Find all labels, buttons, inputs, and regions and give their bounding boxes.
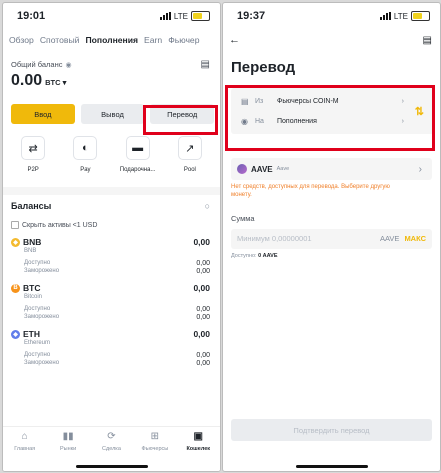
system-icons: LTE	[379, 11, 430, 21]
nav-home[interactable]: ⌂ Главная	[5, 431, 45, 471]
network-label: LTE	[393, 11, 408, 21]
history-icon[interactable]: ▤	[201, 59, 210, 70]
status-bar: 19:37 LTE	[223, 3, 440, 29]
currency-selector[interactable]: BTC ▾	[45, 78, 66, 87]
status-bar: 19:01 LTE	[3, 3, 220, 29]
wallet-screen: 19:01 LTE Обзор Спотовый Пополнения Earn…	[2, 2, 221, 472]
status-time: 19:01	[17, 10, 46, 22]
max-button[interactable]: МАКС	[404, 234, 426, 243]
tab-overview[interactable]: Обзор	[9, 35, 34, 45]
tab-futures[interactable]: Фьючер	[168, 35, 199, 45]
checkbox-icon	[11, 221, 19, 229]
futures-icon: ⊞	[150, 431, 160, 442]
amount-label: Сумма	[231, 213, 255, 223]
eye-icon[interactable]: ◉	[66, 61, 72, 69]
p2p-icon: ⇄	[21, 136, 46, 160]
asset-row-eth[interactable]: ◆ ETH 0,00 Ethereum Доступно 0,00 Замороже…	[3, 321, 220, 367]
section-divider	[3, 187, 220, 195]
transfer-card-highlight	[225, 85, 435, 151]
bnb-coin-icon: ◆	[11, 237, 20, 247]
network-label: LTE	[173, 11, 188, 21]
wallet-icon: ▣	[193, 431, 203, 442]
no-funds-warning: Нет средств, доступных для перевода. Выб…	[231, 184, 390, 198]
total-balance-value: 0.00	[11, 72, 43, 89]
asset-row-bnb[interactable]: ◆ BNB 0,00 BNB Доступно 0,00 Заморожено 0,0…	[3, 229, 220, 275]
home-indicator	[75, 465, 148, 468]
back-arrow-icon[interactable]: ←	[229, 34, 240, 46]
quick-p2p[interactable]: ⇄ P2P	[10, 136, 56, 173]
amount-input[interactable]: Минимум 0,00000001 AAVE МАКС	[231, 228, 432, 249]
wallet-tabs: Обзор Спотовый Пополнения Earn Фьючер	[3, 29, 220, 49]
chevron-right-icon: ›	[418, 163, 422, 175]
btc-coin-icon: B	[11, 283, 20, 293]
transfer-button-highlight	[143, 105, 218, 135]
hide-small-assets-toggle[interactable]: Скрыть активы <1 USD	[3, 211, 220, 229]
confirm-transfer-button[interactable]: Подтвердить перевод	[231, 419, 432, 441]
total-balance-label: Общий баланс	[11, 60, 63, 69]
gift-card-icon: ▬	[125, 136, 150, 160]
transfer-screen: 19:37 LTE ← ▤ Перевод ▤ Из Фьючерсы COIN…	[222, 2, 441, 472]
withdraw-button[interactable]: Вывод	[80, 104, 145, 124]
asset-row-btc[interactable]: B BTC 0,00 Bitcoin Доступно 0,00 Заморожен…	[3, 275, 220, 321]
tab-earn[interactable]: Earn	[144, 35, 162, 45]
battery-icon	[191, 11, 210, 21]
signal-icon	[159, 12, 171, 20]
markets-icon: ▮▮	[62, 431, 74, 442]
quick-pay[interactable]: ◐ Pay	[62, 136, 108, 173]
quick-pool[interactable]: ↗ Pool	[167, 136, 213, 173]
amount-placeholder: Минимум 0,00000001	[237, 234, 312, 244]
tab-spot[interactable]: Спотовый	[40, 35, 80, 45]
search-icon[interactable]: ○	[205, 201, 210, 211]
quick-gift-card[interactable]: ▬ Подарочна...	[115, 136, 161, 173]
pay-icon: ◐	[73, 136, 98, 160]
home-indicator	[295, 465, 368, 468]
aave-coin-icon	[237, 164, 247, 174]
pool-icon: ↗	[177, 136, 202, 160]
tab-funding[interactable]: Пополнения	[85, 35, 138, 45]
system-icons: LTE	[159, 11, 210, 21]
home-icon: ⌂	[21, 431, 28, 442]
trade-icon: ⟳	[107, 431, 116, 442]
coin-selector[interactable]: AAVE Aave ›	[231, 158, 432, 180]
history-icon[interactable]: ▤	[423, 35, 432, 46]
deposit-button[interactable]: Ввод	[11, 104, 75, 124]
battery-icon	[411, 11, 430, 21]
available-balance: Доступно: 0 AAVE	[231, 252, 278, 259]
page-title: Перевод	[231, 59, 296, 76]
signal-icon	[379, 12, 391, 20]
balances-title: Балансы	[11, 201, 52, 211]
eth-coin-icon: ◆	[11, 329, 20, 339]
status-time: 19:37	[237, 10, 266, 22]
amount-currency: AAVE	[379, 234, 400, 244]
nav-wallet[interactable]: ▣ Кошелек	[178, 431, 218, 471]
